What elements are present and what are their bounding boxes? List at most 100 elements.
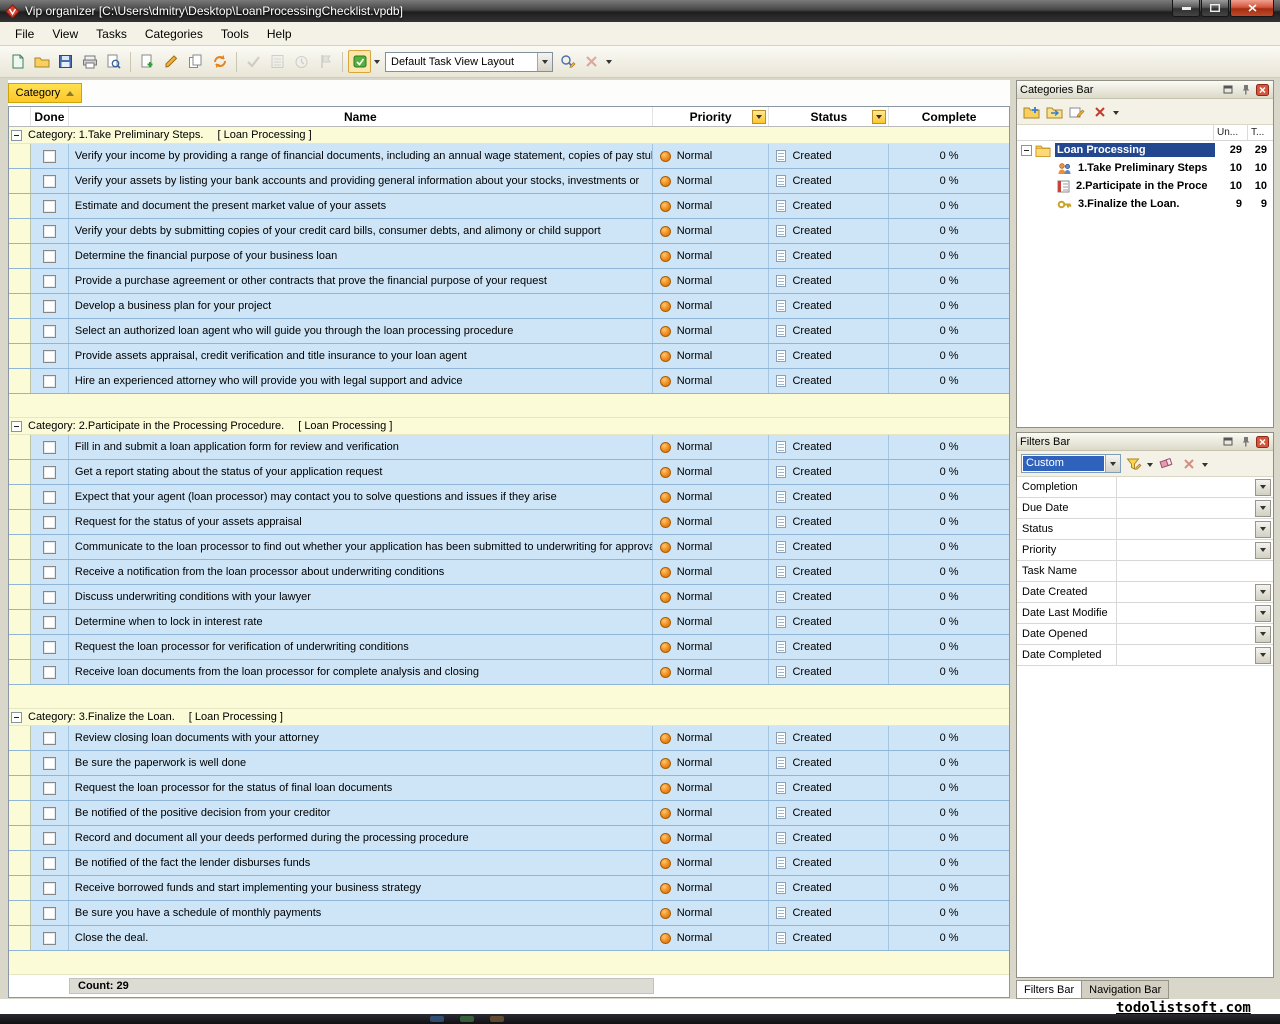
menu-view[interactable]: View — [43, 23, 87, 45]
category-tree-item[interactable]: Loan Processing2929 — [1017, 141, 1273, 159]
task-name[interactable]: Be sure you have a schedule of monthly p… — [69, 901, 653, 925]
task-checkbox[interactable] — [43, 757, 56, 770]
task-name[interactable]: Be sure the paperwork is well done — [69, 751, 653, 775]
task-name[interactable]: Receive a notification from the loan pro… — [69, 560, 653, 584]
task-checkbox[interactable] — [43, 616, 56, 629]
task-checkbox[interactable] — [43, 150, 56, 163]
collapse-group-icon[interactable] — [11, 712, 22, 723]
panel-tab-filters-bar[interactable]: Filters Bar — [1016, 980, 1082, 999]
task-row[interactable]: Determine when to lock in interest rateN… — [9, 610, 1009, 635]
filter-value[interactable] — [1117, 624, 1253, 644]
category-group-header[interactable]: Category: 3.Finalize the Loan.[ Loan Pro… — [9, 709, 1009, 726]
category-group-header[interactable]: Category: 1.Take Preliminary Steps.[ Loa… — [9, 127, 1009, 144]
panel-pin-icon[interactable] — [1238, 83, 1253, 96]
task-row[interactable]: Determine the financial purpose of your … — [9, 244, 1009, 269]
menu-file[interactable]: File — [6, 23, 43, 45]
task-name[interactable]: Be notified of the fact the lender disbu… — [69, 851, 653, 875]
edit-filter-icon[interactable] — [1124, 454, 1144, 474]
task-row[interactable]: Get a report stating about the status of… — [9, 460, 1009, 485]
task-name[interactable]: Receive loan documents from the loan pro… — [69, 660, 653, 684]
task-list-icon[interactable] — [266, 50, 289, 73]
task-row[interactable]: Receive borrowed funds and start impleme… — [9, 876, 1009, 901]
view-layout-combo[interactable]: Default Task View Layout — [385, 52, 553, 72]
open-file-icon[interactable] — [30, 50, 53, 73]
task-name[interactable]: Estimate and document the present market… — [69, 194, 653, 218]
filter-value[interactable] — [1117, 477, 1253, 497]
filter-dropdown-button[interactable] — [1255, 542, 1271, 559]
task-checkbox[interactable] — [43, 807, 56, 820]
task-name[interactable]: Get a report stating about the status of… — [69, 460, 653, 484]
task-name[interactable]: Close the deal. — [69, 926, 653, 950]
new-file-icon[interactable] — [6, 50, 29, 73]
task-checkbox[interactable] — [43, 907, 56, 920]
task-name[interactable]: Request the loan processor for verificat… — [69, 635, 653, 659]
task-row[interactable]: Request the loan processor for verificat… — [9, 635, 1009, 660]
task-checkbox[interactable] — [43, 666, 56, 679]
task-row[interactable]: Develop a business plan for your project… — [9, 294, 1009, 319]
task-checkbox[interactable] — [43, 300, 56, 313]
task-name[interactable]: Select an authorized loan agent who will… — [69, 319, 653, 343]
filter-value[interactable] — [1117, 519, 1253, 539]
filter-dropdown-button[interactable] — [1255, 479, 1271, 496]
task-name[interactable]: Determine when to lock in interest rate — [69, 610, 653, 634]
column-header-complete[interactable]: Complete — [889, 107, 1009, 126]
delete-filter-icon[interactable] — [1179, 454, 1199, 474]
panel-close-icon[interactable] — [1255, 435, 1270, 448]
filter-value[interactable] — [1117, 603, 1253, 623]
menu-help[interactable]: Help — [258, 23, 301, 45]
maximize-button[interactable] — [1201, 0, 1229, 17]
windows-taskbar[interactable] — [0, 1014, 1280, 1024]
task-checkbox[interactable] — [43, 350, 56, 363]
task-row[interactable]: Request for the status of your assets ap… — [9, 510, 1009, 535]
panel-pin-icon[interactable] — [1238, 435, 1253, 448]
panel-restore-icon[interactable] — [1221, 83, 1236, 96]
task-name[interactable]: Determine the financial purpose of your … — [69, 244, 653, 268]
group-by-category-button[interactable]: Category — [8, 83, 82, 103]
task-checkbox[interactable] — [43, 175, 56, 188]
task-name[interactable]: Fill in and submit a loan application fo… — [69, 435, 653, 459]
task-checkbox[interactable] — [43, 466, 56, 479]
panel-close-icon[interactable] — [1255, 83, 1270, 96]
task-row[interactable]: Request the loan processor for the statu… — [9, 776, 1009, 801]
task-checkbox[interactable] — [43, 882, 56, 895]
menu-tools[interactable]: Tools — [212, 23, 258, 45]
edit-category-icon[interactable] — [1067, 102, 1087, 122]
task-row[interactable]: Close the deal.NormalCreated0 % — [9, 926, 1009, 951]
task-row[interactable]: Fill in and submit a loan application fo… — [9, 435, 1009, 460]
task-name[interactable]: Communicate to the loan processor to fin… — [69, 535, 653, 559]
filter-dropdown-button[interactable] — [1255, 584, 1271, 601]
add-task-icon[interactable] — [136, 50, 159, 73]
edit-filter-dropdown-icon[interactable] — [1147, 458, 1153, 470]
category-group-header[interactable]: Category: 2.Participate in the Processin… — [9, 418, 1009, 435]
task-name[interactable]: Discuss underwriting conditions with you… — [69, 585, 653, 609]
task-checkbox[interactable] — [43, 541, 56, 554]
filter-dropdown-button[interactable] — [1255, 626, 1271, 643]
task-name[interactable]: Provide a purchase agreement or other co… — [69, 269, 653, 293]
category-tree-item[interactable]: 3.Finalize the Loan.99 — [1017, 195, 1273, 213]
filter-preset-combo[interactable]: Custom — [1021, 454, 1121, 473]
task-name[interactable]: Review closing loan documents with your … — [69, 726, 653, 750]
task-row[interactable]: Provide assets appraisal, credit verific… — [9, 344, 1009, 369]
task-checkbox[interactable] — [43, 225, 56, 238]
category-tree-item[interactable]: 1.Take Preliminary Steps1010 — [1017, 159, 1273, 177]
task-name[interactable]: Verify your debts by submitting copies o… — [69, 219, 653, 243]
customize-layout-icon[interactable] — [556, 50, 579, 73]
toolbar-overflow-icon[interactable] — [604, 60, 614, 64]
task-name[interactable]: Verify your income by providing a range … — [69, 144, 653, 168]
task-name[interactable]: Expect that your agent (loan processor) … — [69, 485, 653, 509]
task-checkbox[interactable] — [43, 857, 56, 870]
new-category-icon[interactable] — [1021, 102, 1041, 122]
task-name[interactable]: Provide assets appraisal, credit verific… — [69, 344, 653, 368]
delete-category-dropdown-icon[interactable] — [1113, 106, 1119, 118]
column-header-done[interactable]: Done — [31, 107, 69, 126]
task-row[interactable]: Review closing loan documents with your … — [9, 726, 1009, 751]
print-preview-icon[interactable] — [102, 50, 125, 73]
category-tree-item[interactable]: 2.Participate in the Proce1010 — [1017, 177, 1273, 195]
task-checkbox[interactable] — [43, 200, 56, 213]
tree-column-uncompleted[interactable]: Un... — [1213, 125, 1247, 140]
task-checkbox[interactable] — [43, 832, 56, 845]
priority-filter-button[interactable] — [752, 110, 766, 124]
task-name[interactable]: Record and document all your deeds perfo… — [69, 826, 653, 850]
task-row[interactable]: Receive a notification from the loan pro… — [9, 560, 1009, 585]
task-checkbox[interactable] — [43, 566, 56, 579]
